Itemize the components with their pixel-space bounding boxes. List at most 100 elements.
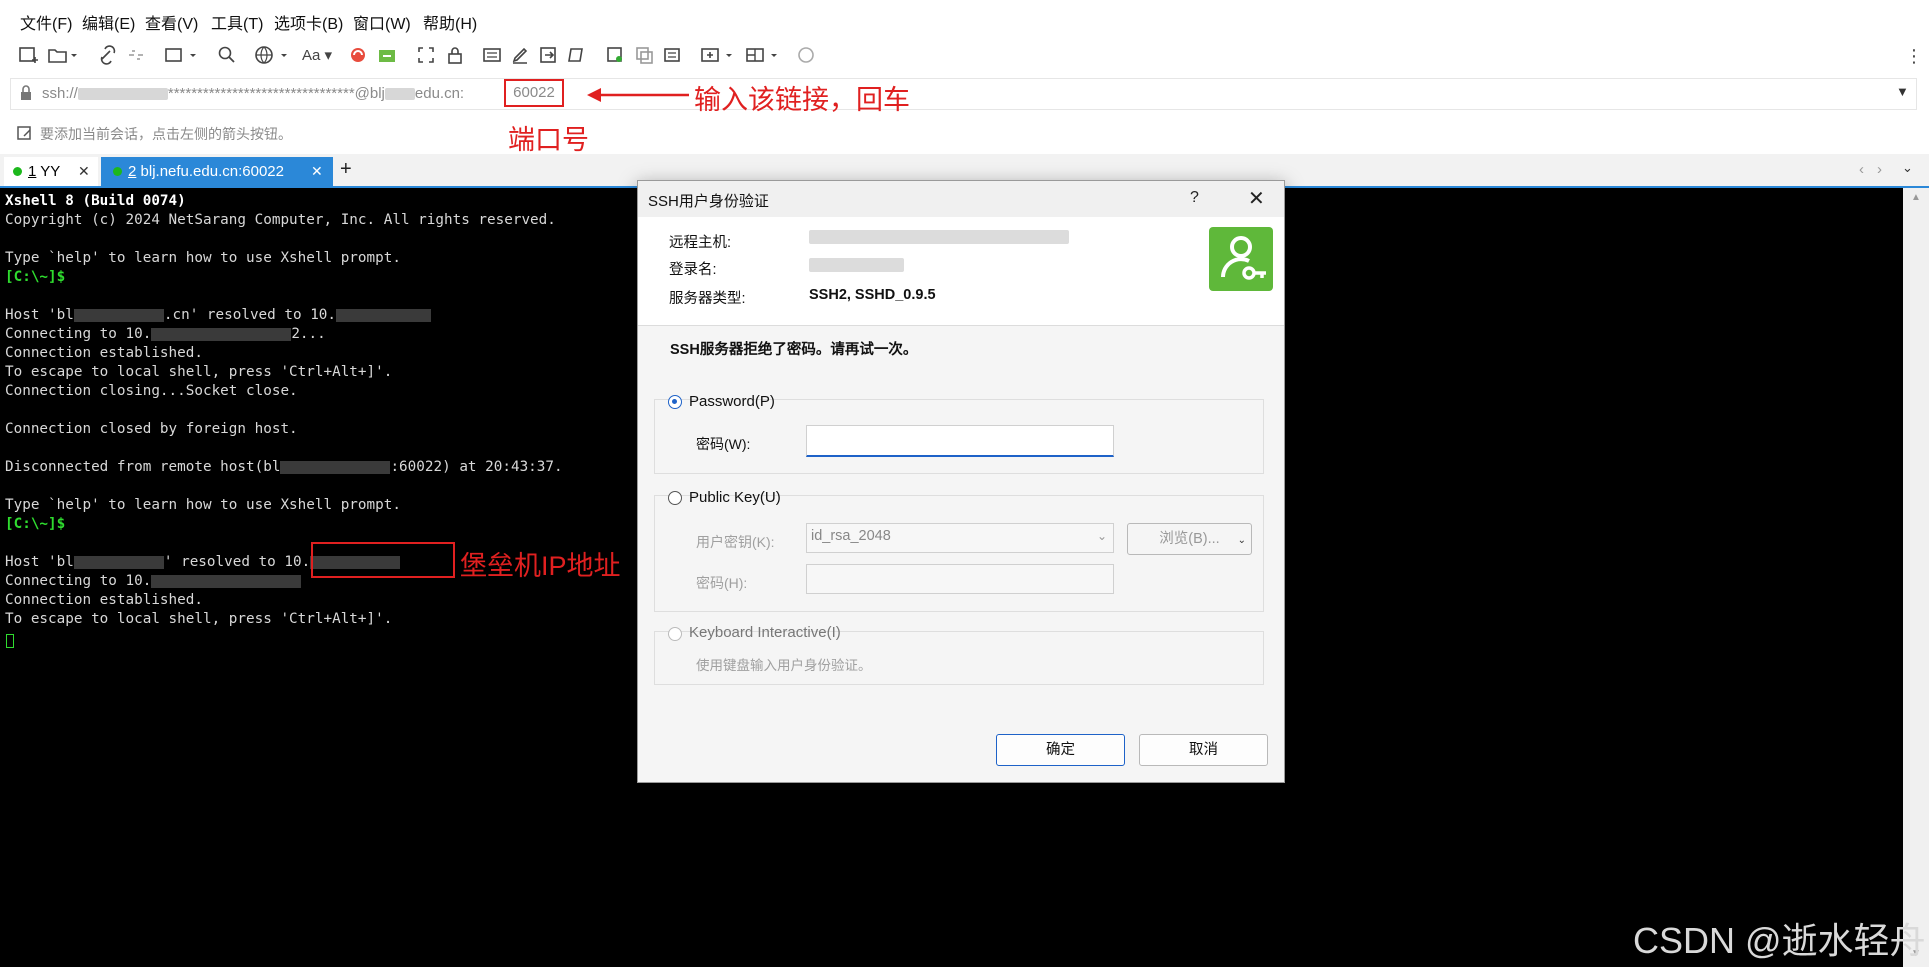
cancel-button[interactable]: 取消 [1139, 734, 1268, 766]
log-icon[interactable] [662, 45, 682, 67]
fullscreen-icon[interactable] [416, 45, 436, 67]
disconnect-icon[interactable] [126, 45, 146, 67]
keyboard-interactive-desc: 使用键盘输入用户身份验证。 [696, 658, 872, 673]
terminal-line: Disconnected from remote host(bl:60022) … [5, 459, 563, 475]
add-session-arrow-icon[interactable] [16, 124, 34, 147]
menu-bar: 文件(F) 编辑(E) 查看(V) 工具(T) 选项卡(B) 窗口(W) 帮助(… [0, 0, 1929, 38]
chat-icon[interactable] [796, 45, 816, 67]
menu-edit[interactable]: 编辑(E) [82, 10, 135, 34]
terminal-line: Host 'bl .cn' resolved to 10. [5, 307, 432, 323]
browse-button[interactable]: 浏览(B)... ⌄ [1127, 523, 1252, 555]
close-icon[interactable]: ✕ [78, 157, 90, 186]
add-tab-icon[interactable] [700, 45, 736, 67]
annotation-ip-box [311, 542, 455, 578]
tab-1[interactable]: 1 YY ✕ [4, 157, 98, 186]
search-icon[interactable] [217, 45, 237, 67]
public-key-option-label[interactable]: Public Key(U) [689, 489, 781, 506]
toolbar-more-icon[interactable]: ⋮ [1905, 45, 1923, 67]
terminal-line: Type `help' to learn how to use Xshell p… [5, 250, 401, 266]
terminal-line: To escape to local shell, press 'Ctrl+Al… [5, 611, 393, 627]
hint-bar: 要添加当前会话，点击左侧的箭头按钮。 [0, 118, 1929, 148]
chevron-down-icon: ⌄ [1096, 529, 1107, 543]
annotation-port: 端口号 [508, 125, 589, 155]
hint-text: 要添加当前会话，点击左侧的箭头按钮。 [40, 126, 292, 142]
close-icon[interactable]: ✕ [311, 157, 323, 186]
script-icon[interactable] [566, 45, 586, 67]
lock-icon [19, 85, 33, 106]
menu-file[interactable]: 文件(F) [20, 10, 72, 34]
record-icon[interactable] [605, 45, 625, 67]
xftp-icon[interactable] [348, 45, 368, 67]
login-value [809, 257, 904, 273]
address-dropdown-icon[interactable]: ▼ [1896, 84, 1909, 99]
add-tab-button[interactable]: + [340, 158, 352, 181]
new-session-icon[interactable] [18, 45, 38, 67]
ok-button[interactable]: 确定 [996, 734, 1125, 766]
annotation-ip: 堡垒机IP地址 [460, 551, 621, 581]
terminal-line: Type `help' to learn how to use Xshell p… [5, 497, 401, 513]
tab-2[interactable]: 2 blj.nefu.edu.cn:60022 ✕ [101, 157, 333, 186]
exit-icon[interactable] [538, 45, 558, 67]
dialog-info-panel: 远程主机: 登录名: 服务器类型: SSH2, SSHD_0.9.5 [638, 217, 1284, 326]
address-bar[interactable]: ssh://********************************@b… [10, 78, 1917, 110]
tab-prev-icon[interactable]: ‹ [1859, 161, 1864, 178]
terminal-line: Connection established. [5, 345, 203, 361]
terminal-prompt: [C:\~]$ [5, 516, 66, 532]
menu-window[interactable]: 窗口(W) [353, 10, 411, 34]
watermark: CSDN @逝水轻舟 [1633, 920, 1926, 961]
status-dot-icon [113, 166, 122, 176]
passphrase-label: 密码(H): [696, 575, 748, 591]
password-input[interactable] [806, 425, 1114, 457]
address-port-highlight: 60022 [504, 79, 564, 107]
open-folder-icon[interactable] [47, 45, 77, 67]
passphrase-input[interactable] [806, 564, 1114, 594]
reconnect-icon[interactable] [98, 45, 118, 67]
copy-icon[interactable] [634, 45, 654, 67]
tab-label: YY [40, 163, 61, 180]
terminal-line: To escape to local shell, press 'Ctrl+Al… [5, 364, 393, 380]
tab-list-icon[interactable]: ⌄ [1902, 160, 1913, 176]
terminal-line: Connecting to 10. [5, 573, 302, 589]
compose-icon[interactable] [510, 45, 530, 67]
keyboard-icon[interactable] [482, 45, 502, 67]
error-message: SSH服务器拒绝了密码。请再试一次。 [670, 342, 918, 358]
terminal-prompt: [C:\~]$ [5, 269, 66, 285]
dialog-title: SSH用户身份验证 [648, 193, 769, 210]
tab-number: 2 [128, 163, 137, 180]
new-window-icon[interactable] [164, 45, 198, 67]
menu-tools[interactable]: 工具(T) [211, 10, 263, 34]
tab-next-icon[interactable]: › [1877, 161, 1882, 178]
menu-view[interactable]: 查看(V) [145, 10, 198, 34]
terminal-line: Connection established. [5, 592, 203, 608]
layout-icon[interactable] [745, 45, 781, 67]
keyboard-interactive-radio[interactable] [668, 627, 682, 641]
public-key-radio[interactable] [668, 491, 682, 505]
menu-help[interactable]: 帮助(H) [423, 10, 477, 34]
address-text: ssh://********************************@b… [42, 85, 465, 102]
password-option-label[interactable]: Password(P) [689, 393, 775, 410]
server-type-label: 服务器类型: [669, 291, 746, 307]
password-radio[interactable] [668, 395, 682, 409]
scroll-up-icon[interactable]: ▲ [1911, 192, 1921, 203]
menu-tabs[interactable]: 选项卡(B) [274, 10, 343, 34]
tab-number: 1 [28, 163, 37, 180]
lock-icon[interactable] [445, 45, 465, 67]
user-key-select[interactable]: id_rsa_2048 ⌄ [806, 523, 1114, 553]
globe-icon[interactable] [254, 45, 290, 67]
password-label: 密码(W): [696, 436, 751, 452]
transfer-icon[interactable] [377, 45, 397, 67]
remote-host-label: 远程主机: [669, 235, 732, 251]
remote-host-value [809, 229, 1069, 245]
close-button[interactable]: ✕ [1248, 186, 1265, 211]
vertical-scrollbar[interactable]: ▲ ▼ [1903, 188, 1929, 967]
terminal-line: Connection closed by foreign host. [5, 421, 298, 437]
login-label: 登录名: [669, 262, 717, 278]
help-button[interactable]: ? [1190, 189, 1199, 207]
tab-label: blj.nefu.edu.cn:60022 [140, 163, 284, 180]
font-icon[interactable]: Aa ▾ [297, 45, 337, 67]
user-key-label: 用户密钥(K): [696, 534, 775, 550]
terminal-line: Xshell 8 (Build 0074) [5, 193, 186, 209]
keyboard-interactive-label[interactable]: Keyboard Interactive(I) [689, 624, 841, 641]
terminal-line: Copyright (c) 2024 NetSarang Computer, I… [5, 212, 556, 228]
annotation-arrow-icon [587, 88, 689, 102]
